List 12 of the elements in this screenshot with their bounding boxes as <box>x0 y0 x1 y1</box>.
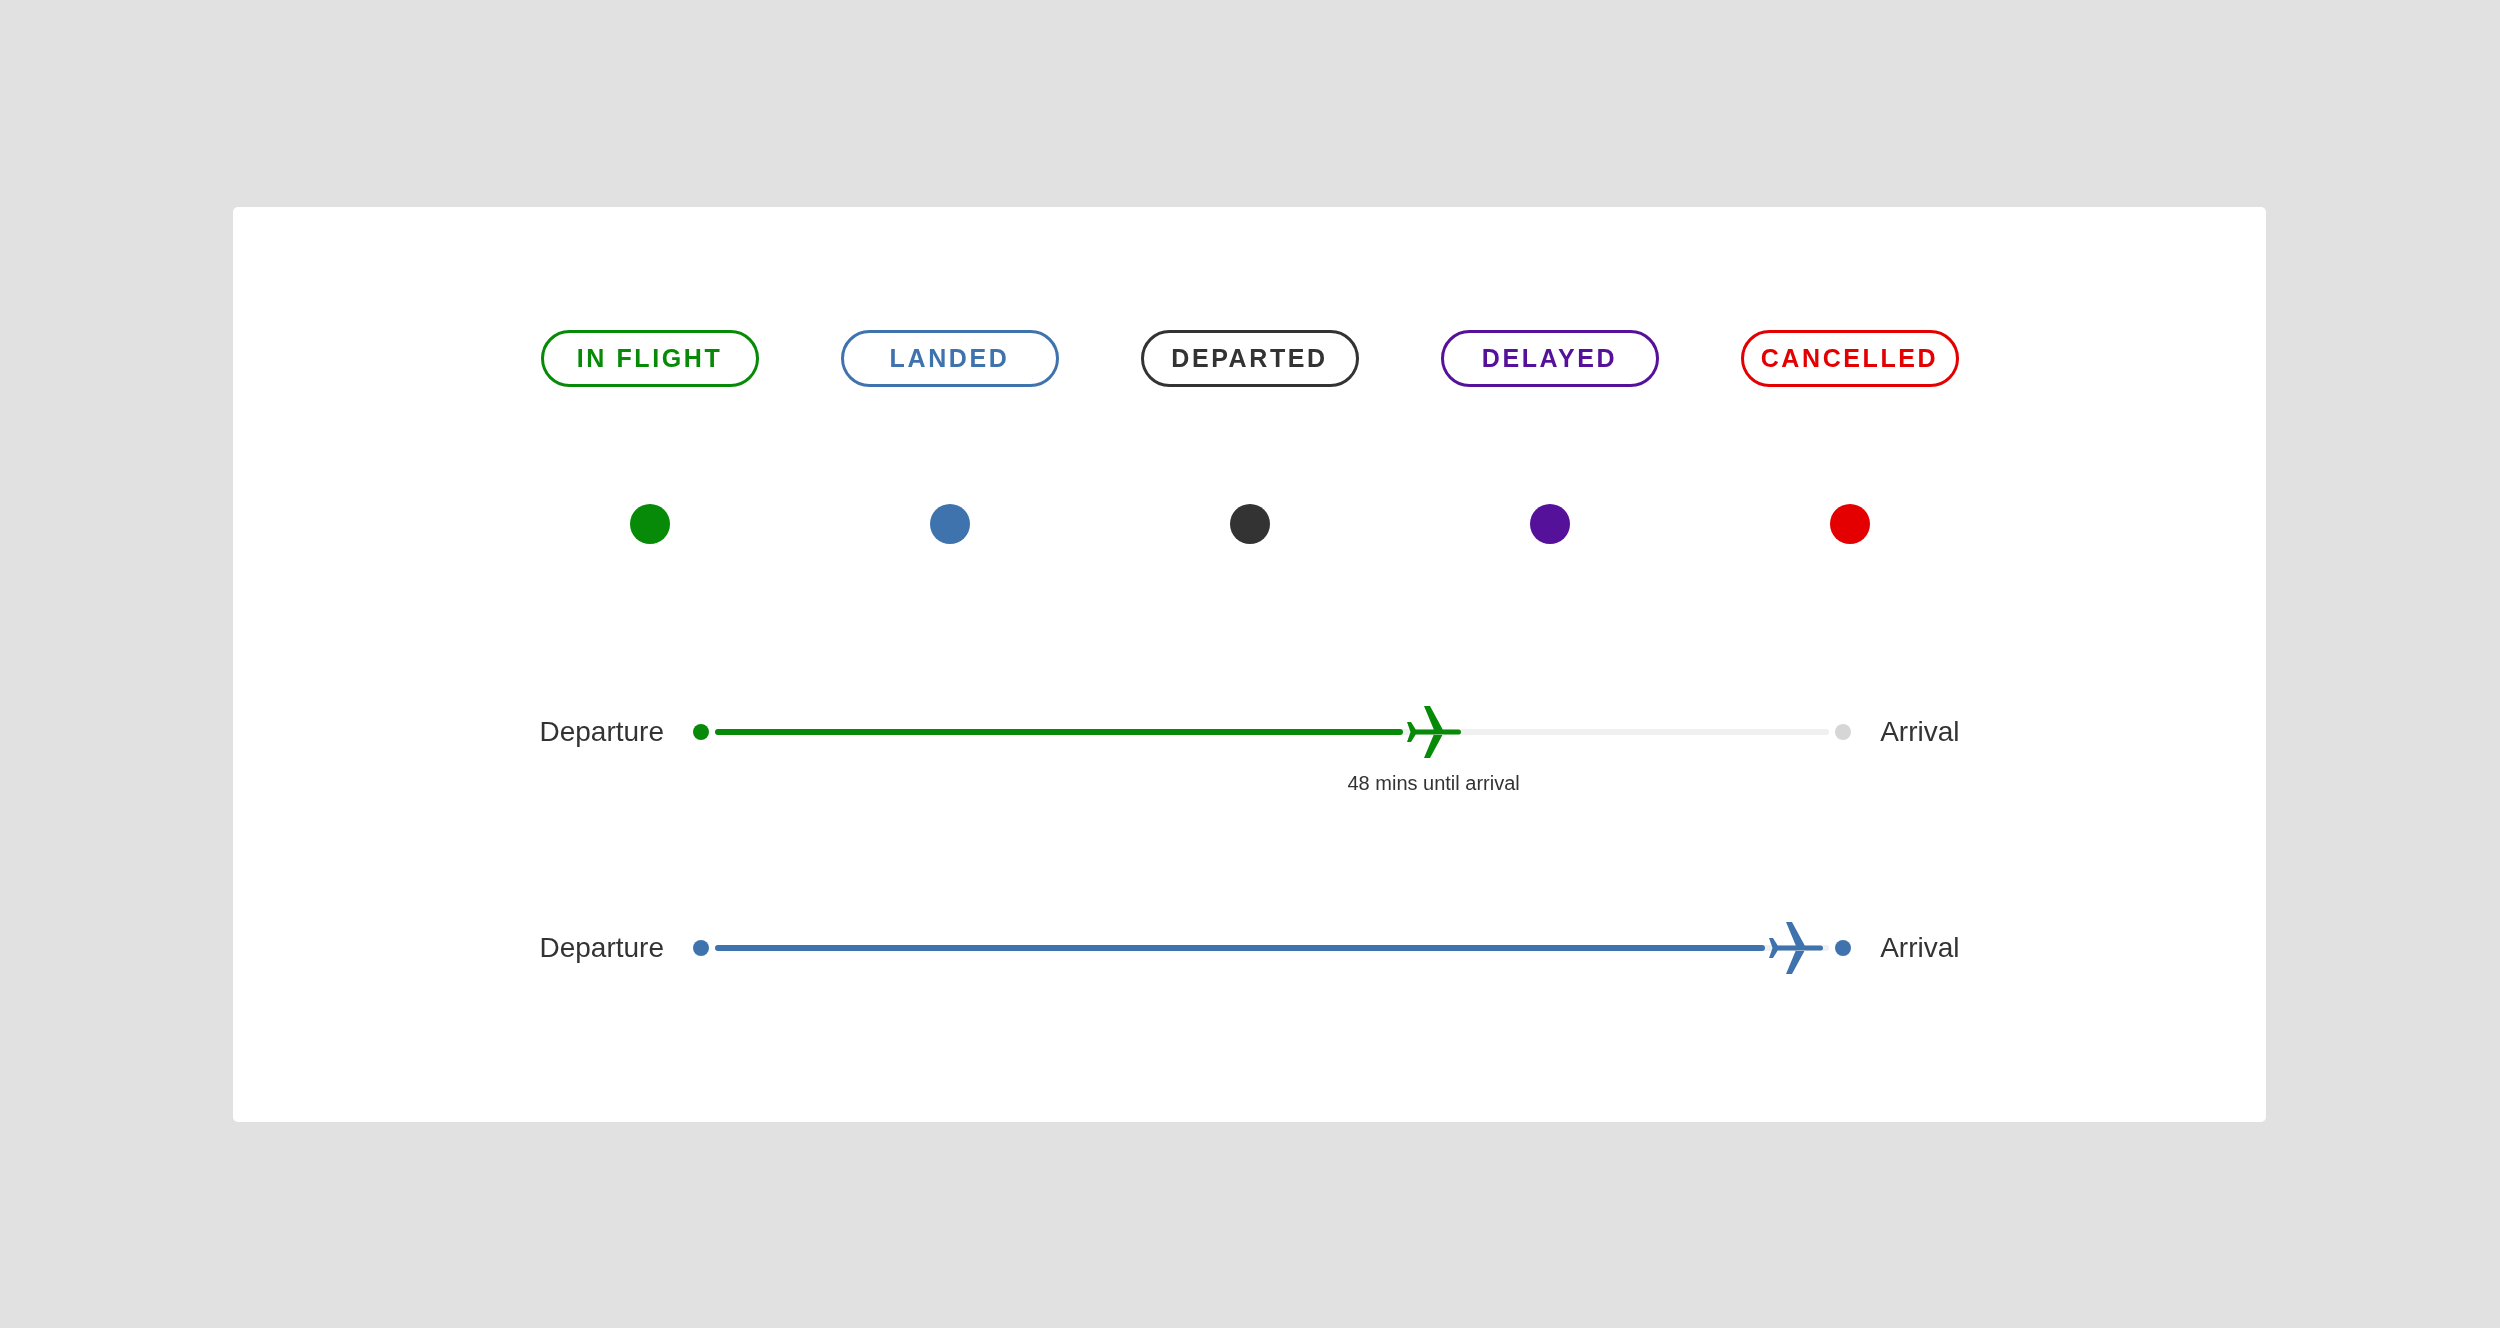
status-badge: CANCELLED <box>1740 330 1959 387</box>
arrival-label: Arrival <box>1880 715 1960 749</box>
status-badge: IN FLIGHT <box>540 330 759 387</box>
status-badge: LANDED <box>840 330 1059 387</box>
status-badge: DEPARTED <box>1140 330 1359 387</box>
airplane-icon <box>1768 922 1823 974</box>
arrival-label: Arrival <box>1880 931 1960 965</box>
status-badge: DELAYED <box>1440 330 1659 387</box>
departure-label: Departure <box>539 931 664 965</box>
airplane-icon <box>1406 706 1461 758</box>
departure-label: Departure <box>539 715 664 749</box>
time-remaining-caption: 48 mins until arrival <box>1347 772 1520 795</box>
